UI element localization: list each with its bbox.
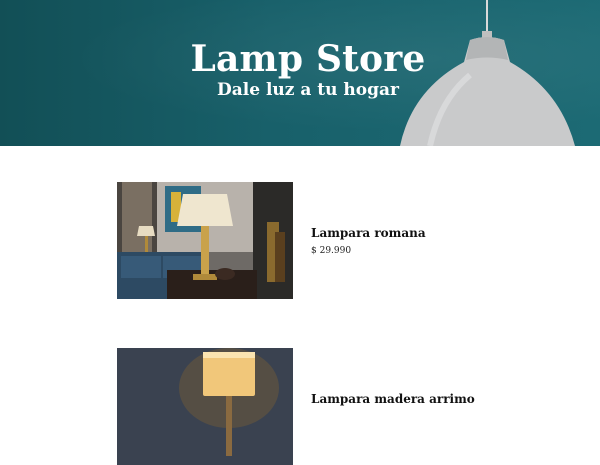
store-tagline: Dale luz a tu hogar: [217, 80, 399, 100]
product-name[interactable]: Lampara romana: [311, 226, 426, 240]
store-title: Lamp Store: [190, 38, 426, 80]
product-image[interactable]: [117, 182, 293, 299]
product-name[interactable]: Lampara madera arrimo: [311, 392, 475, 406]
product-image[interactable]: [117, 348, 293, 465]
hero-banner: Lamp Store Dale luz a tu hogar: [0, 0, 600, 146]
product-price: $ 29.990: [311, 246, 352, 256]
